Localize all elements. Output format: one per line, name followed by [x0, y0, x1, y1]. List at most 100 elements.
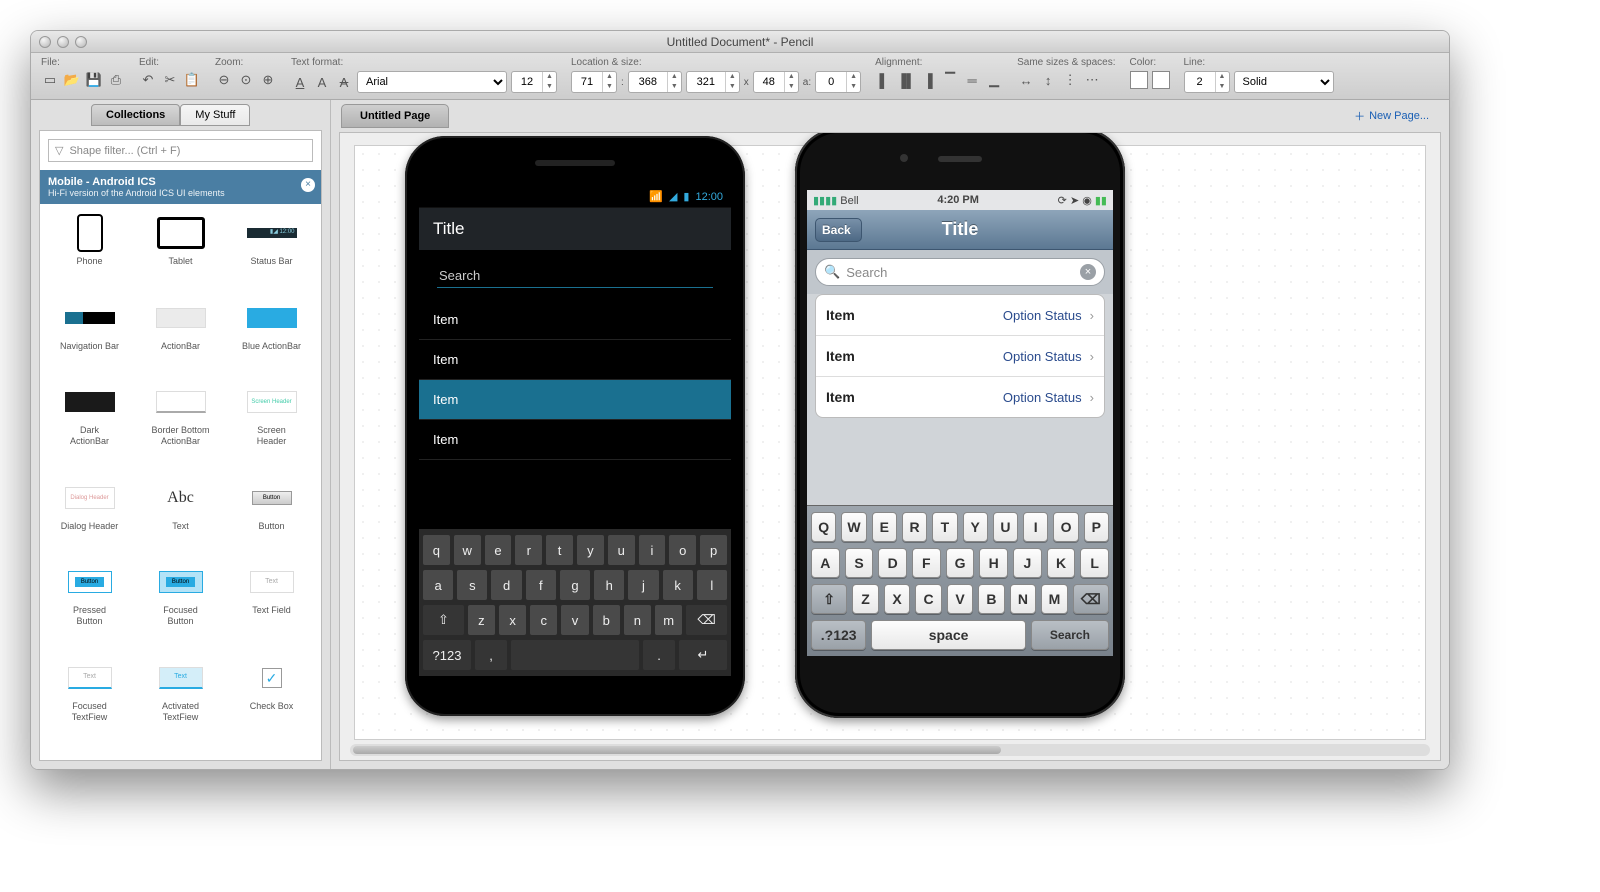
keyboard-key[interactable]: h [594, 570, 624, 600]
size-w-input[interactable]: ▲▼ [686, 71, 740, 93]
keyboard-key[interactable]: U [993, 512, 1018, 542]
keyboard-key[interactable]: . [643, 640, 675, 670]
list-item[interactable]: ItemOption Status› [816, 336, 1104, 377]
keyboard-key[interactable]: a [423, 570, 453, 600]
save-file-icon[interactable]: 💾 [85, 71, 103, 89]
keyboard-key[interactable]: c [530, 605, 557, 635]
keyboard-key[interactable]: D [878, 548, 907, 578]
ios-keyboard[interactable]: QWERTYUIOPASDFGHJKL⇧ZXCVBNM⌫.?123spaceSe… [807, 505, 1113, 656]
new-page-button[interactable]: ＋ New Page... [1354, 108, 1439, 124]
undo-icon[interactable]: ↶ [139, 71, 157, 89]
horizontal-scrollbar[interactable] [350, 744, 1430, 756]
shape-item[interactable]: Navigation Bar [44, 299, 135, 380]
keyboard-key[interactable]: q [423, 535, 450, 565]
text-plain-icon[interactable]: A [313, 73, 331, 91]
ios-search-field[interactable]: 🔍 Search × [815, 258, 1105, 286]
paste-icon[interactable]: 📋 [183, 71, 201, 89]
iphone-mockup[interactable]: ▮▮▮▮ Bell 4:20 PM ⟳ ➤ ◉ ▮▮ Back Title 🔍 … [795, 132, 1125, 718]
cut-icon[interactable]: ✂ [161, 71, 179, 89]
keyboard-key[interactable]: H [979, 548, 1008, 578]
font-size-input[interactable]: ▲▼ [511, 71, 557, 93]
list-item[interactable]: ItemOption Status› [816, 377, 1104, 417]
zoom-reset-icon[interactable]: ⊙ [237, 71, 255, 89]
keyboard-key[interactable]: Y [963, 512, 988, 542]
space-h-icon[interactable]: ⋮ [1061, 71, 1079, 89]
shape-item[interactable]: ▮◢ 12:00Status Bar [226, 214, 317, 295]
keyboard-key[interactable]: E [872, 512, 897, 542]
same-h-icon[interactable]: ↕ [1039, 71, 1057, 89]
loc-x-input[interactable]: ▲▼ [571, 71, 617, 93]
collection-close-icon[interactable]: × [301, 178, 315, 192]
keyboard-key[interactable] [511, 640, 639, 670]
keyboard-key[interactable]: p [700, 535, 727, 565]
align-center-icon[interactable]: ▐▌ [897, 71, 915, 89]
print-icon[interactable]: ⎙ [107, 71, 125, 89]
zoom-in-icon[interactable]: ⊕ [259, 71, 277, 89]
keyboard-key[interactable]: b [593, 605, 620, 635]
android-phone-mockup[interactable]: 📶 ◢ ▮ 12:00 Title Search ItemItemItemIte… [405, 136, 745, 716]
keyboard-key[interactable]: M [1041, 584, 1067, 614]
keyboard-key[interactable]: o [669, 535, 696, 565]
keyboard-key[interactable]: ⇧ [811, 584, 847, 614]
keyboard-key[interactable]: ?123 [423, 640, 471, 670]
keyboard-key[interactable]: T [932, 512, 957, 542]
list-item[interactable]: Item [419, 380, 731, 420]
shape-item[interactable]: Border Bottom ActionBar [135, 383, 226, 475]
keyboard-key[interactable]: r [515, 535, 542, 565]
shape-item[interactable]: TextActivated TextFiew [135, 659, 226, 751]
keyboard-key[interactable]: z [468, 605, 495, 635]
android-search-field[interactable]: Search [437, 264, 713, 288]
keyboard-key[interactable]: w [454, 535, 481, 565]
same-w-icon[interactable]: ↔ [1017, 71, 1035, 89]
keyboard-key[interactable]: X [884, 584, 910, 614]
keyboard-key[interactable]: g [560, 570, 590, 600]
shape-item[interactable]: Pressed Button [44, 563, 135, 655]
keyboard-key[interactable]: S [845, 548, 874, 578]
shape-filter-input[interactable]: ▽ Shape filter... (Ctrl + F) [48, 139, 313, 162]
keyboard-key[interactable]: j [628, 570, 658, 600]
clear-icon[interactable]: × [1080, 264, 1096, 280]
keyboard-key[interactable]: x [499, 605, 526, 635]
keyboard-key[interactable]: W [841, 512, 866, 542]
tab-mystuff[interactable]: My Stuff [180, 104, 250, 126]
shape-item[interactable]: Dark ActionBar [44, 383, 135, 475]
shape-item[interactable]: Screen HeaderScreen Header [226, 383, 317, 475]
keyboard-key[interactable]: N [1010, 584, 1036, 614]
keyboard-key[interactable]: F [912, 548, 941, 578]
list-item[interactable]: Item [419, 300, 731, 340]
keyboard-key[interactable]: u [608, 535, 635, 565]
keyboard-key[interactable]: y [577, 535, 604, 565]
canvas[interactable]: 📶 ◢ ▮ 12:00 Title Search ItemItemItemIte… [354, 145, 1426, 740]
keyboard-key[interactable]: k [663, 570, 693, 600]
align-right-icon[interactable]: ▐ [919, 71, 937, 89]
keyboard-key[interactable]: C [915, 584, 941, 614]
keyboard-key[interactable]: ↵ [679, 640, 727, 670]
align-bottom-icon[interactable]: ▁ [985, 71, 1003, 89]
shape-item[interactable]: ✓Check Box [226, 659, 317, 751]
keyboard-key[interactable]: , [475, 640, 507, 670]
zoom-out-icon[interactable]: ⊖ [215, 71, 233, 89]
keyboard-key[interactable]: f [526, 570, 556, 600]
keyboard-key[interactable]: K [1047, 548, 1076, 578]
align-left-icon[interactable]: ▌ [875, 71, 893, 89]
text-strike-icon[interactable]: A [335, 73, 353, 91]
new-file-icon[interactable]: ▭ [41, 71, 59, 89]
shape-item[interactable]: Blue ActionBar [226, 299, 317, 380]
page-tab[interactable]: Untitled Page [341, 104, 449, 128]
keyboard-key[interactable]: J [1013, 548, 1042, 578]
align-top-icon[interactable]: ▔ [941, 71, 959, 89]
shape-item[interactable]: ActionBar [135, 299, 226, 380]
list-item[interactable]: Item [419, 420, 731, 460]
keyboard-key[interactable]: ⌫ [1073, 584, 1109, 614]
keyboard-key[interactable]: ⇧ [423, 605, 464, 635]
angle-input[interactable]: ▲▼ [815, 71, 861, 93]
keyboard-key[interactable]: n [624, 605, 651, 635]
open-file-icon[interactable]: 📂 [63, 71, 81, 89]
keyboard-key[interactable]: m [655, 605, 682, 635]
keyboard-key[interactable]: P [1084, 512, 1109, 542]
keyboard-key[interactable]: Z [852, 584, 878, 614]
line-style-select[interactable]: Solid [1234, 71, 1334, 93]
keyboard-key[interactable]: v [561, 605, 588, 635]
keyboard-key[interactable]: Q [811, 512, 836, 542]
collection-header[interactable]: Mobile - Android ICS Hi-Fi version of th… [40, 170, 321, 204]
